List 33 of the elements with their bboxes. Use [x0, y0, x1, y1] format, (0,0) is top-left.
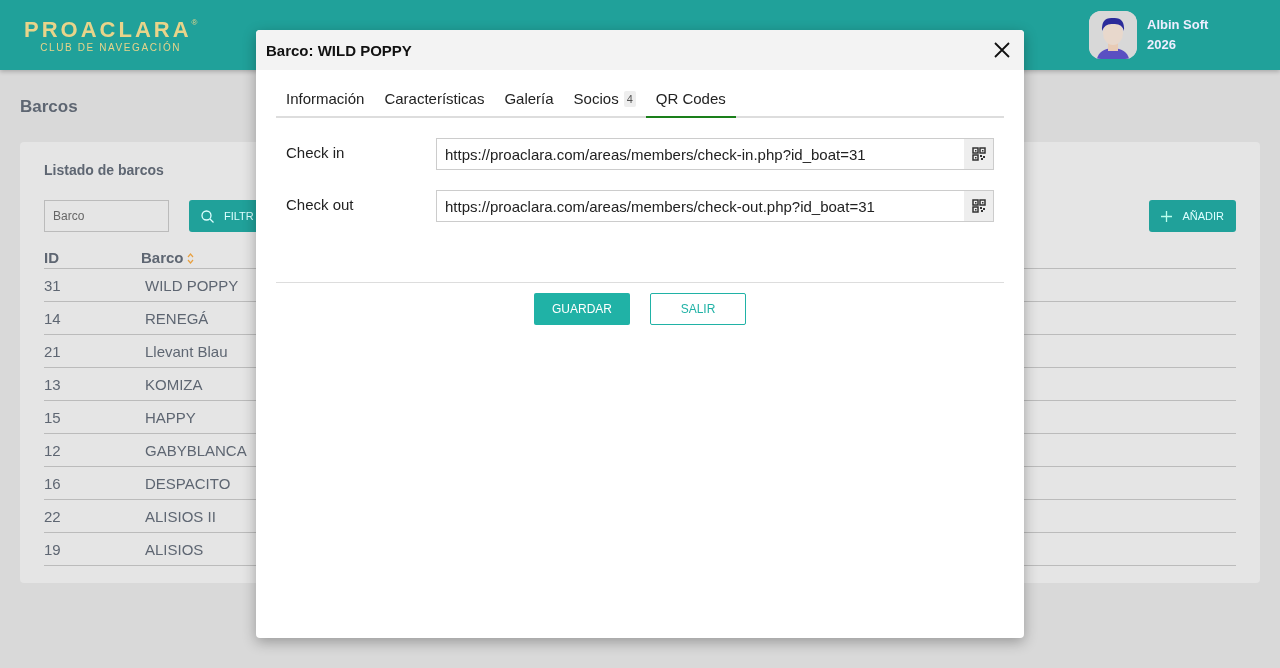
plus-icon [1161, 210, 1173, 222]
column-header[interactable]: Barco [141, 248, 184, 266]
user-name: Albin Soft [1147, 16, 1209, 34]
table-cell: 13 [44, 367, 141, 401]
search-field[interactable]: Barco [44, 200, 169, 232]
tab[interactable]: Socios 4 [563, 80, 646, 118]
avatar-icon[interactable] [1089, 11, 1137, 59]
card-title: Listado de barcos [44, 162, 165, 178]
user-year: 2026 [1147, 36, 1177, 54]
close-button[interactable] [992, 40, 1012, 60]
page-title: Barcos [20, 97, 78, 117]
tab[interactable]: Información [276, 80, 375, 118]
column-header: ID [44, 246, 141, 269]
field-label: Check in [286, 143, 346, 161]
tab[interactable]: Características [374, 80, 495, 118]
table-cell: 19 [44, 532, 141, 566]
search-icon [201, 209, 214, 223]
table-cell: 22 [44, 499, 141, 533]
tab[interactable]: QR Codes [645, 80, 736, 118]
field-label: Check out [286, 195, 355, 213]
tab[interactable]: Galería [494, 80, 564, 118]
table-cell: 15 [44, 400, 141, 434]
logo-subtitle: CLUB DE NAVEGACIÓN [40, 41, 182, 53]
close-icon [994, 42, 1010, 58]
dialog-title: Barco: WILD POPPY [266, 41, 412, 59]
brand-logo: PROACLARA [24, 17, 192, 42]
table-cell: 31 [44, 268, 141, 302]
table-cell: 12 [44, 433, 141, 467]
table-cell: 14 [44, 301, 141, 335]
registered-mark: ® [191, 17, 198, 27]
count-badge: 4 [623, 90, 636, 107]
table-cell: 16 [44, 466, 141, 500]
table-cell: 21 [44, 334, 141, 368]
